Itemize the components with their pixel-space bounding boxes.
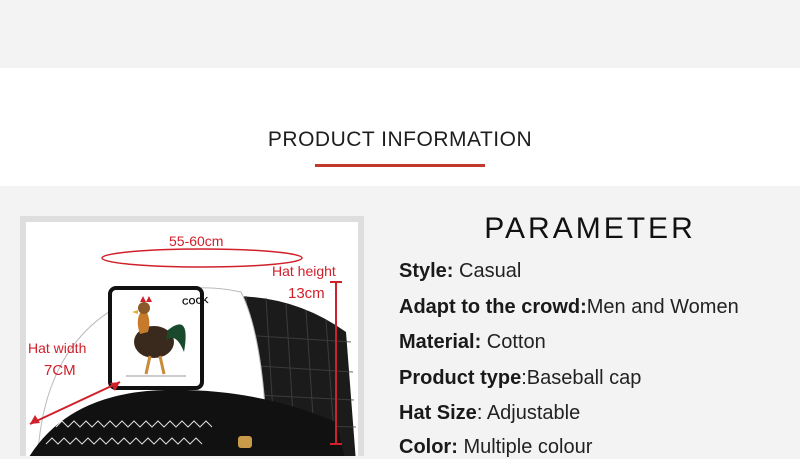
param-label: Product type bbox=[399, 367, 522, 389]
param-value: Multiple colour bbox=[457, 436, 593, 458]
width-line bbox=[29, 381, 121, 425]
param-label: Material: bbox=[399, 331, 482, 353]
section-header bbox=[0, 68, 800, 186]
param-row-material: Material: Cotton bbox=[399, 331, 546, 354]
param-value: Casual bbox=[453, 260, 522, 282]
param-value: : Adjustable bbox=[476, 402, 581, 424]
title-underline bbox=[315, 164, 485, 167]
product-image-frame: COCK 55-60cm Hat height 13cm Hat width 7… bbox=[20, 216, 364, 456]
section-title: PRODUCT INFORMATION bbox=[267, 128, 533, 151]
measurement-lines bbox=[29, 248, 342, 445]
param-row-style: Style: Casual bbox=[399, 260, 521, 283]
hat-width-label: Hat width bbox=[28, 340, 87, 356]
circumference-label: 55-60cm bbox=[169, 233, 224, 249]
param-label: Style: bbox=[399, 260, 454, 282]
hat-height-label: Hat height bbox=[272, 263, 336, 279]
param-label: Color: bbox=[399, 436, 458, 458]
top-band bbox=[0, 0, 800, 68]
param-value: Men and Women bbox=[586, 296, 739, 318]
param-label: Adapt to the crowd: bbox=[399, 296, 587, 318]
param-row-product-type: Product type:Baseball cap bbox=[399, 367, 641, 390]
param-row-color: Color: Multiple colour bbox=[399, 436, 592, 459]
param-row-hat-size: Hat Size: Adjustable bbox=[399, 402, 580, 425]
param-value: Cotton bbox=[481, 331, 546, 353]
param-value: :Baseball cap bbox=[521, 367, 642, 389]
param-label: Hat Size bbox=[399, 402, 477, 424]
param-row-crowd: Adapt to the crowd:Men and Women bbox=[399, 296, 739, 319]
hat-width-value: 7CM bbox=[44, 362, 76, 379]
parameter-title: PARAMETER bbox=[484, 212, 696, 245]
hat-height-value: 13cm bbox=[288, 285, 325, 302]
